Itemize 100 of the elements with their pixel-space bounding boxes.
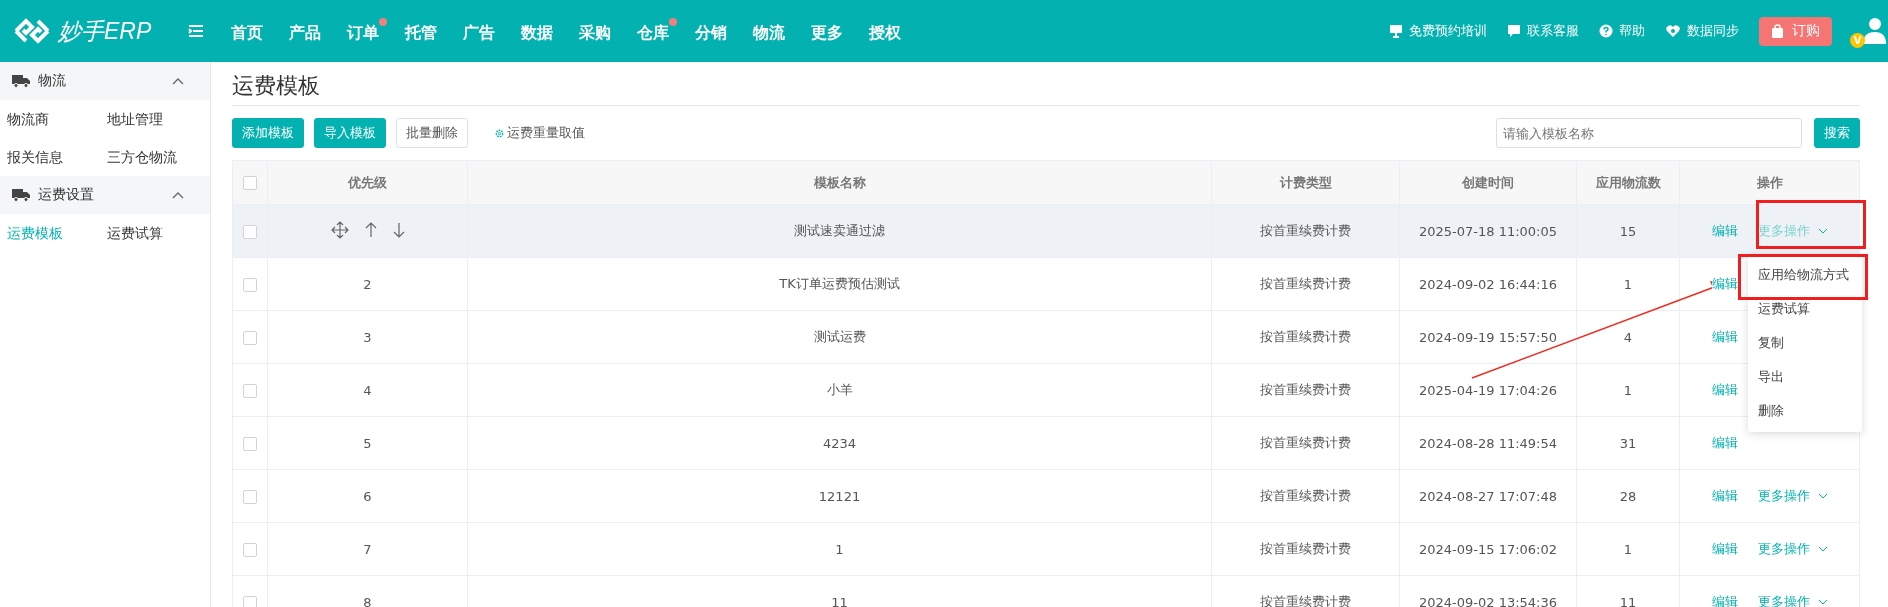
table-cell: 测试运费: [813, 329, 866, 344]
logo-icon: [12, 16, 52, 46]
table-cell: 28: [1619, 488, 1637, 504]
table-cell: 小羊: [826, 382, 853, 397]
chat-icon: [1507, 24, 1521, 38]
sidebar-item[interactable]: 地址管理: [107, 100, 207, 138]
row-checkbox[interactable]: [243, 330, 257, 345]
edit-link[interactable]: 编辑: [1712, 380, 1738, 399]
edit-link[interactable]: 编辑: [1712, 486, 1738, 505]
sidebar-item[interactable]: 运费试算: [107, 214, 207, 252]
table-cell: 1: [835, 541, 844, 557]
table-cell: 5: [363, 435, 372, 451]
menu-item[interactable]: 导出: [1748, 360, 1862, 394]
table-cell: 4234: [822, 435, 857, 451]
nav-item[interactable]: 仓库: [637, 18, 677, 44]
edit-link[interactable]: 编辑: [1712, 274, 1738, 293]
top-link[interactable]: 帮助: [1599, 22, 1645, 40]
table-cell: 按首重续费计费: [1260, 382, 1351, 397]
table-cell: 2025-04-19 17:04:26: [1418, 382, 1558, 398]
table-cell: 4: [363, 382, 372, 398]
menu-icon[interactable]: [188, 24, 204, 38]
nav-item[interactable]: 托管: [405, 18, 445, 44]
select-all-checkbox[interactable]: [243, 176, 257, 191]
top-link[interactable]: 免费预约培训: [1389, 22, 1487, 40]
table-cell: 按首重续费计费: [1260, 223, 1351, 238]
order-button[interactable]: 订购: [1759, 16, 1832, 46]
row-checkbox[interactable]: [243, 277, 257, 292]
row-checkbox[interactable]: [243, 489, 257, 504]
edit-link[interactable]: 编辑: [1712, 433, 1738, 452]
toolbar-button[interactable]: 导入模板: [314, 118, 386, 148]
table-cell: 7: [363, 541, 372, 557]
sidebar-group-header[interactable]: 物流: [0, 62, 210, 100]
nav-item[interactable]: 更多: [811, 18, 851, 44]
table-cell: 2024-09-15 17:06:02: [1418, 541, 1558, 557]
sidebar-item[interactable]: 报关信息: [7, 138, 107, 176]
table-cell: 1: [1623, 276, 1633, 292]
weight-setting-link[interactable]: 运费重量取值: [494, 124, 585, 142]
table-cell: 2024-09-02 13:54:36: [1418, 594, 1558, 607]
edit-link[interactable]: 编辑: [1712, 221, 1738, 240]
sidebar-group-header[interactable]: 运费设置: [0, 176, 210, 214]
edit-link[interactable]: 编辑: [1712, 327, 1738, 346]
row-checkbox[interactable]: [243, 436, 257, 451]
nav-item[interactable]: 首页: [231, 18, 271, 44]
table-cell: 2024-09-19 15:57:50: [1418, 329, 1558, 345]
table-cell: 按首重续费计费: [1260, 276, 1351, 291]
row-checkbox[interactable]: [243, 383, 257, 398]
nav-item[interactable]: 采购: [579, 18, 619, 44]
table-cell: 11: [831, 594, 848, 607]
more-actions-link[interactable]: 更多操作: [1758, 487, 1828, 505]
table-cell: 12121: [818, 488, 861, 504]
row-checkbox[interactable]: [243, 542, 257, 557]
column-header: 模板名称: [467, 160, 1212, 205]
search-button[interactable]: 搜索: [1814, 118, 1860, 148]
search-field[interactable]: 请输入模板名称: [1496, 118, 1802, 148]
move-icon[interactable]: [330, 220, 349, 239]
row-checkbox[interactable]: [243, 595, 257, 607]
logo-text: 妙手ERP: [58, 16, 152, 46]
table-cell: 1: [1623, 541, 1633, 557]
menu-item[interactable]: 应用给物流方式: [1748, 258, 1862, 292]
settings-icon: [494, 127, 505, 139]
arrow-down-icon[interactable]: [392, 221, 405, 238]
toolbar-button[interactable]: 添加模板: [232, 118, 304, 148]
table-cell: 1: [1623, 382, 1633, 398]
chevron-down-icon: [1818, 228, 1828, 234]
arrow-up-icon[interactable]: [364, 221, 377, 238]
table-cell: 2: [363, 276, 372, 292]
nav-item[interactable]: 授权: [869, 18, 909, 44]
menu-item[interactable]: 运费试算: [1748, 292, 1862, 326]
table-cell: 3: [363, 329, 372, 345]
more-actions-link[interactable]: 更多操作: [1758, 222, 1828, 240]
column-header: 计费类型: [1211, 160, 1400, 205]
sidebar-item[interactable]: 运费模板: [7, 214, 107, 252]
toolbar-button[interactable]: 批量删除: [396, 118, 468, 148]
sidebar-item[interactable]: 物流商: [7, 100, 107, 138]
nav-item[interactable]: 分销: [695, 18, 735, 44]
column-header: 操作: [1679, 160, 1860, 205]
nav-item[interactable]: 数据: [521, 18, 561, 44]
help-icon: [1599, 24, 1613, 38]
top-link[interactable]: 数据同步: [1665, 22, 1739, 40]
table-cell: 按首重续费计费: [1260, 594, 1351, 607]
more-actions-link[interactable]: 更多操作: [1758, 540, 1828, 558]
sidebar-item[interactable]: 三方仓物流: [107, 138, 207, 176]
table-cell: 4: [1623, 329, 1633, 345]
menu-item[interactable]: 删除: [1748, 394, 1862, 428]
table-cell: TK订单运费预估测试: [779, 276, 900, 291]
top-link[interactable]: 联系客服: [1507, 22, 1579, 40]
monitor-icon: [1389, 24, 1403, 38]
menu-item[interactable]: 复制: [1748, 326, 1862, 360]
nav-item[interactable]: 物流: [753, 18, 793, 44]
edit-link[interactable]: 编辑: [1712, 539, 1738, 558]
column-header: 优先级: [267, 160, 468, 205]
edit-link[interactable]: 编辑: [1712, 592, 1738, 607]
row-checkbox[interactable]: [243, 224, 257, 239]
table-cell: 2024-09-02 16:44:16: [1418, 276, 1558, 292]
nav-item[interactable]: 产品: [289, 18, 329, 44]
table-cell: 按首重续费计费: [1260, 541, 1351, 556]
table-cell: 15: [1619, 223, 1637, 239]
table-cell: 测试速卖通过滤: [794, 223, 885, 238]
nav-item[interactable]: 订单: [347, 18, 387, 44]
nav-item[interactable]: 广告: [463, 18, 503, 44]
